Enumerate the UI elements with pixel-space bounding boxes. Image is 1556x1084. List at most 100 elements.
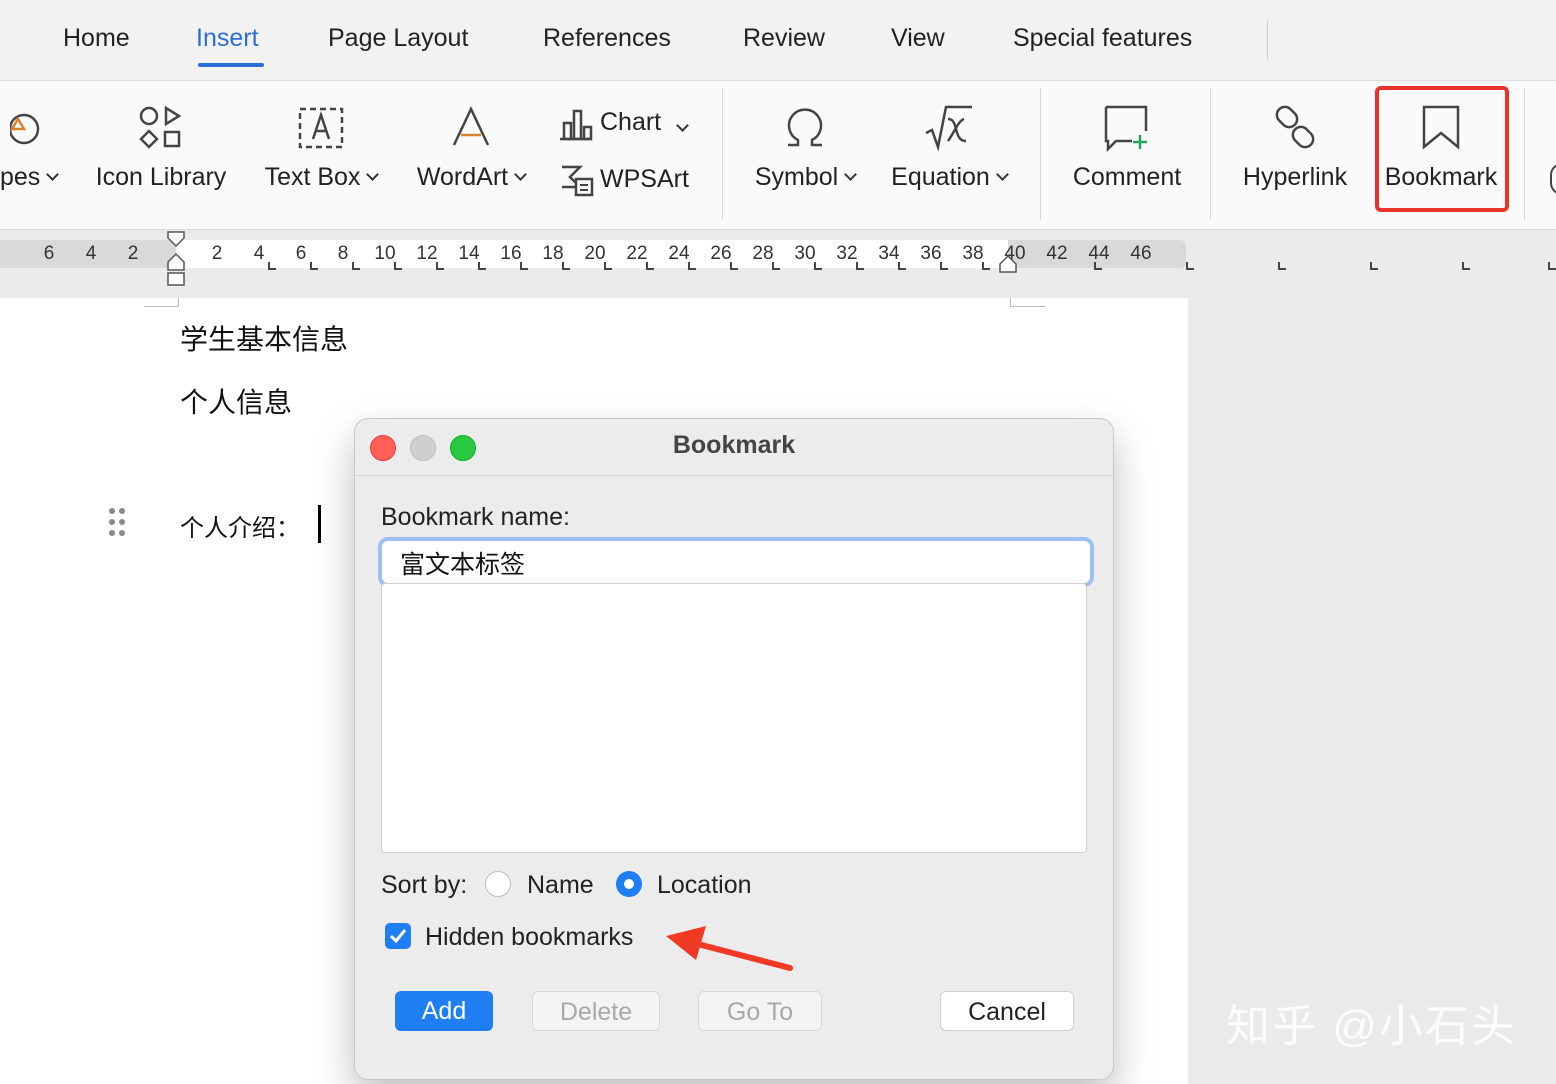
tab-stop-marker[interactable] (562, 262, 570, 270)
tab-stop-marker[interactable] (646, 262, 654, 270)
tab-stop-marker[interactable] (856, 262, 864, 270)
ruler-number: 10 (374, 243, 396, 264)
tab-special-features[interactable]: Special features (1013, 24, 1192, 53)
dialog-titlebar[interactable]: Bookmark (355, 419, 1113, 476)
add-button[interactable]: Add (395, 991, 493, 1031)
margin-corner-right (1010, 298, 1045, 307)
hyperlink-button[interactable]: Hyperlink (1228, 81, 1362, 229)
chevron-down-icon (995, 168, 1009, 181)
text-box-button[interactable]: Text Box (254, 81, 388, 229)
ruler-number: 32 (836, 243, 858, 264)
doc-paragraph[interactable]: 个人介绍： (180, 508, 300, 543)
active-tab-indicator (198, 63, 264, 67)
ribbon: pes Icon Library Text Box WordArt Chart … (0, 81, 1556, 230)
ruler-number: 42 (1046, 243, 1068, 264)
tab-divider (1267, 20, 1268, 60)
tab-stop-marker[interactable] (436, 262, 444, 270)
sort-name-label[interactable]: Name (527, 871, 594, 900)
comment-icon (1104, 105, 1148, 153)
tab-stop-marker[interactable] (898, 262, 906, 270)
tab-stop-marker[interactable] (352, 262, 360, 270)
tab-stop-marker[interactable] (772, 262, 780, 270)
dialog-title: Bookmark (672, 431, 796, 459)
delete-button[interactable]: Delete (532, 991, 660, 1031)
tab-insert[interactable]: Insert (196, 24, 259, 53)
chart-button[interactable]: Chart (556, 81, 706, 155)
watermark-text: 知乎 @小石头 (1226, 1002, 1517, 1051)
ruler-number: 38 (962, 243, 984, 264)
bookmark-name-input[interactable]: 富文本标签 (378, 537, 1094, 587)
tab-references[interactable]: References (543, 24, 671, 53)
tab-stop-marker[interactable] (814, 262, 822, 270)
ruler-number: 34 (878, 243, 900, 264)
text-box-icon (298, 107, 344, 149)
bookmark-name-label: Bookmark name: (381, 503, 570, 531)
go-to-button[interactable]: Go To (698, 991, 822, 1031)
tab-stop-marker[interactable] (1278, 262, 1286, 270)
sort-location-radio[interactable] (616, 871, 642, 897)
chart-label: Chart (600, 108, 662, 136)
tab-view[interactable]: View (891, 24, 945, 53)
icon-library-icon (139, 105, 182, 149)
chevron-down-icon (514, 168, 527, 181)
tab-stop-marker[interactable] (268, 262, 276, 270)
ruler-number: 26 (710, 243, 732, 264)
doc-subheading[interactable]: 个人信息 (180, 381, 292, 421)
text-cursor (318, 505, 321, 543)
ruler-number: 6 (43, 243, 55, 264)
ruler-number: 22 (626, 243, 648, 264)
wpsart-button[interactable]: WPSArt (556, 155, 706, 229)
tab-stop-marker[interactable] (604, 262, 612, 270)
menu-tab-bar: Home Insert Page Layout References Revie… (0, 0, 1556, 81)
bookmark-dialog: Bookmark Bookmark name: 富文本标签 Sort by: N… (354, 418, 1114, 1080)
wpsart-icon (562, 165, 594, 197)
wordart-button[interactable]: WordArt (406, 81, 536, 229)
hidden-bookmarks-label[interactable]: Hidden bookmarks (425, 923, 633, 952)
tab-stop-marker[interactable] (478, 262, 486, 270)
tab-page-layout[interactable]: Page Layout (328, 24, 468, 53)
tab-stop-marker[interactable] (310, 262, 318, 270)
sort-location-label[interactable]: Location (657, 871, 752, 900)
ribbon-divider (1524, 88, 1525, 220)
tab-stop-marker[interactable] (1094, 262, 1102, 270)
wpsart-label: WPSArt (600, 165, 689, 193)
ribbon-divider (1040, 88, 1041, 220)
tab-stop-marker[interactable] (688, 262, 696, 270)
comment-button[interactable]: Comment (1060, 81, 1194, 229)
doc-heading[interactable]: 学生基本信息 (180, 318, 348, 358)
tab-stop-marker[interactable] (1370, 262, 1378, 270)
indent-marker[interactable] (165, 230, 187, 288)
right-indent-marker[interactable] (998, 254, 1018, 274)
tab-stop-marker[interactable] (1462, 262, 1470, 270)
shapes-label: pes (0, 163, 41, 191)
checkmark-icon (389, 929, 407, 944)
tab-stop-marker[interactable] (394, 262, 402, 270)
tab-stop-marker[interactable] (520, 262, 528, 270)
tab-stop-marker[interactable] (940, 262, 948, 270)
tab-home[interactable]: Home (63, 24, 130, 53)
sort-name-radio[interactable] (485, 871, 511, 897)
chart-icon (560, 109, 593, 141)
bookmark-list[interactable] (381, 583, 1087, 853)
equation-label: Equation (891, 163, 990, 191)
tab-stop-marker[interactable] (982, 262, 990, 270)
tab-stop-marker[interactable] (1186, 262, 1194, 270)
equation-button[interactable]: Equation (880, 81, 1018, 229)
hidden-bookmarks-checkbox[interactable] (385, 923, 411, 949)
bookmark-highlight-box (1375, 86, 1509, 212)
shapes-button[interactable]: pes (0, 81, 70, 229)
symbol-button[interactable]: Symbol (744, 81, 866, 229)
wordart-label: WordArt (416, 163, 509, 191)
tab-stop-marker[interactable] (730, 262, 738, 270)
cancel-button[interactable]: Cancel (940, 991, 1074, 1031)
ribbon-divider (1210, 88, 1211, 220)
hyperlink-label: Hyperlink (1242, 163, 1348, 191)
icon-library-button[interactable]: Icon Library (86, 81, 236, 229)
drag-handle-icon[interactable] (108, 507, 128, 537)
tab-stop-marker[interactable] (1548, 262, 1556, 270)
tab-review[interactable]: Review (743, 24, 825, 53)
ruler-number: 6 (295, 243, 307, 264)
chevron-down-icon (676, 119, 689, 132)
ruler-number: 30 (794, 243, 816, 264)
ruler-number: 18 (542, 243, 564, 264)
